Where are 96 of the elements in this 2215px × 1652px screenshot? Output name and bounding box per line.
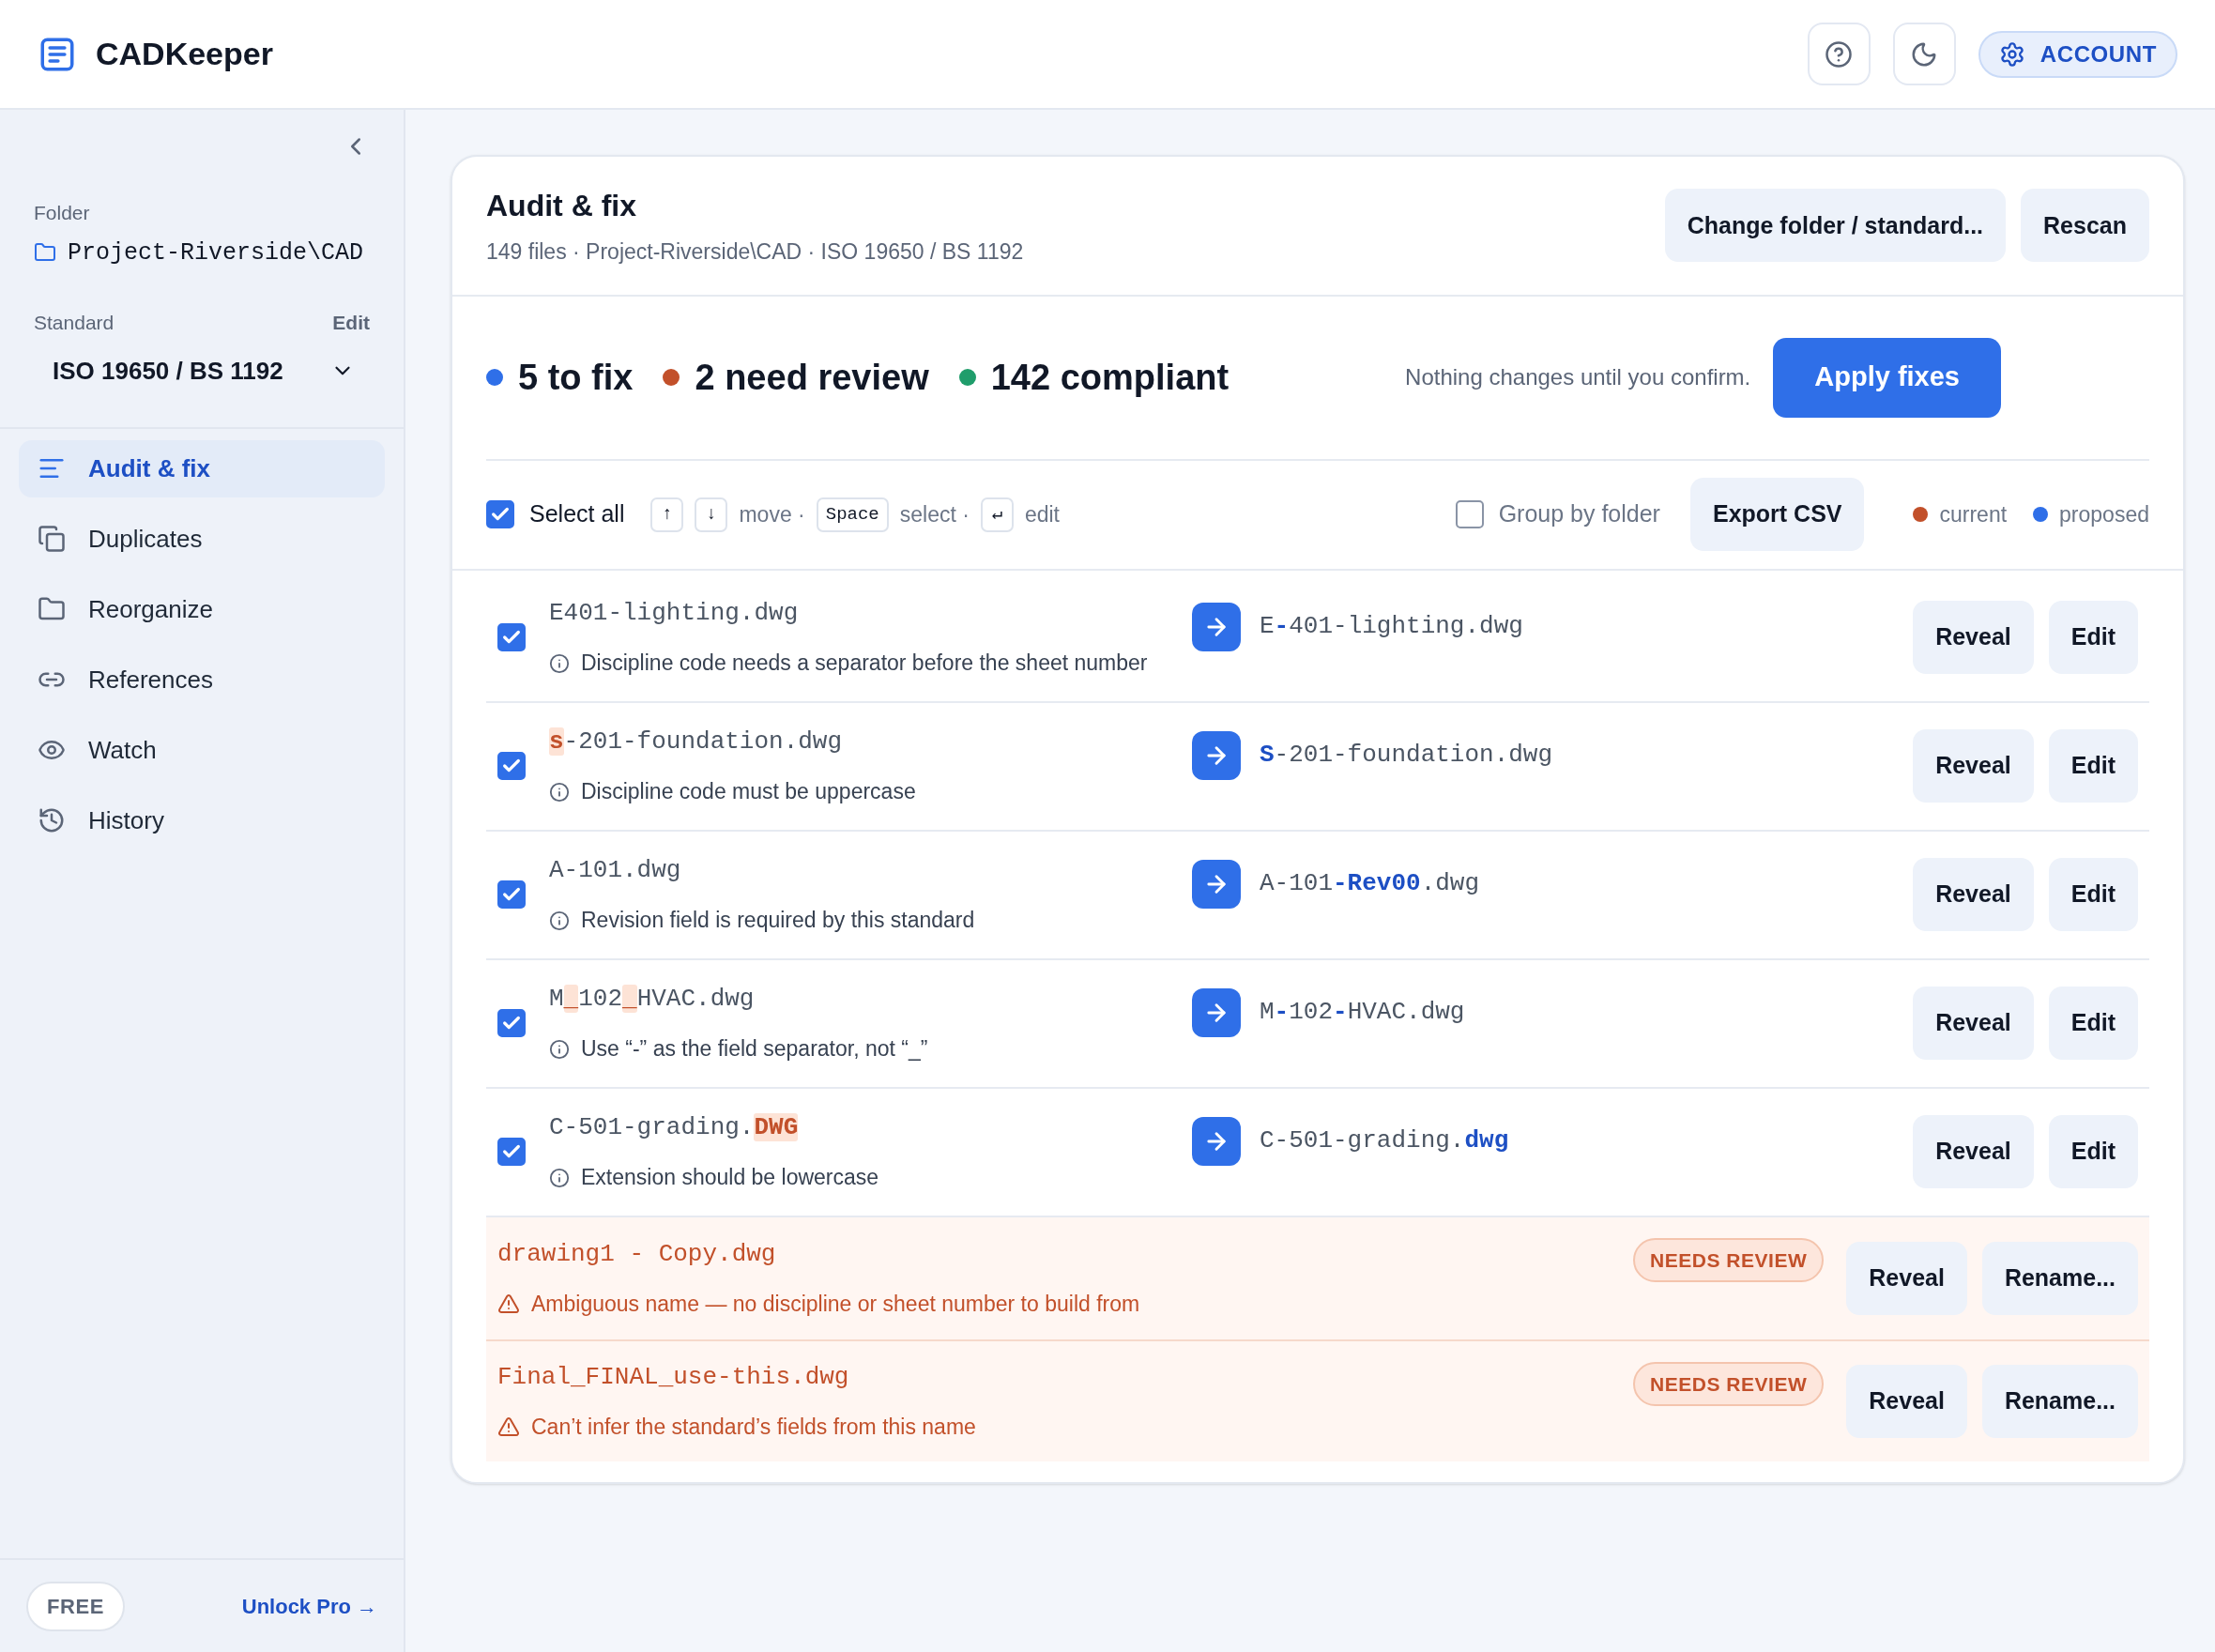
account-button[interactable]: ACCOUNT	[1978, 30, 2177, 78]
hint-text: move ·	[739, 500, 805, 528]
key-hint: ↑	[650, 497, 684, 532]
current-filename: C-501-grading.DWG	[549, 1112, 800, 1144]
row-checkbox[interactable]	[497, 623, 526, 651]
action-button[interactable]: Export CSV	[1689, 478, 1865, 551]
proposed-filename: C-501-grading.dwg	[1260, 1125, 1509, 1156]
arrow-right-icon	[1192, 602, 1241, 651]
action-button[interactable]: Edit	[2048, 601, 2138, 674]
arrow-right-icon	[1192, 730, 1241, 780]
proposed-filename: A-101-Rev00.dwg	[1260, 868, 1480, 899]
row-checkbox[interactable]	[497, 1138, 526, 1166]
review-reason: Can’t infer the standard’s fields from this name	[531, 1413, 976, 1441]
nav-item[interactable]: Watch	[19, 721, 385, 779]
group-checkbox[interactable]	[1455, 500, 1484, 528]
row-checkbox[interactable]	[497, 752, 526, 780]
help-button[interactable]	[1807, 23, 1871, 85]
issue-reason: Use “-” as the field separator, not “_”	[581, 1035, 928, 1063]
edit-link[interactable]: Edit	[332, 308, 370, 338]
summary-count: 2 need review	[695, 356, 929, 399]
review-reason: Ambiguous name — no discipline or sheet number to build from	[531, 1290, 1140, 1318]
summary-count: 142 compliant	[990, 356, 1230, 399]
select-all-label: Select all	[529, 499, 625, 529]
hint-text: select ·	[899, 500, 970, 528]
nav-item[interactable]: Audit & fix	[19, 439, 385, 497]
help-icon	[1825, 39, 1854, 69]
standard-label: Standard	[34, 311, 115, 335]
nav-item[interactable]: References	[19, 650, 385, 709]
folder-label: Folder	[34, 201, 91, 225]
issue-reason: Discipline code must be uppercase	[581, 778, 916, 806]
current-filename: A-101.dwg	[549, 855, 682, 887]
needs-review-badge: NEEDS REVIEW	[1632, 1361, 1825, 1406]
review-filename: drawing1 - Copy.dwg	[497, 1238, 777, 1270]
folder-path: Project-Riverside\CAD	[68, 237, 364, 268]
current-filename: s-201-foundation.dwg	[549, 727, 844, 758]
current-filename: E401-lighting.dwg	[549, 598, 800, 630]
info-icon	[549, 910, 570, 931]
action-button[interactable]: Change folder / standard...	[1664, 189, 2007, 263]
key-hint: Space	[816, 497, 889, 532]
legend-label: current	[1939, 500, 2008, 528]
info-icon	[549, 781, 570, 803]
key-hint: ↵	[980, 497, 1014, 532]
proposed-filename: M-102-HVAC.dwg	[1260, 997, 1465, 1028]
warning-icon	[497, 1293, 520, 1315]
card-subtitle: 149 files · Project-Riverside\CAD · ISO 19650 / BS 1192	[486, 238, 1024, 266]
issue-reason: Discipline code needs a separator before the sheet number	[581, 650, 1148, 678]
proposed-filename: S-201-foundation.dwg	[1260, 740, 1553, 771]
key-hint: ↓	[695, 497, 728, 532]
summary-count: 5 to fix	[518, 356, 634, 399]
legend-label: proposed	[2059, 500, 2149, 528]
review-filename: Final_FINAL_use-this.dwg	[497, 1361, 850, 1393]
action-button[interactable]: Reveal	[1846, 1241, 1967, 1315]
history-icon	[38, 806, 66, 834]
action-button[interactable]: Reveal	[1913, 601, 2034, 674]
nav-item[interactable]: Reorganize	[19, 580, 385, 638]
action-button[interactable]: Reveal	[1913, 729, 2034, 803]
action-button[interactable]: Rescan	[2021, 189, 2149, 263]
card-title: Audit & fix	[486, 188, 637, 224]
unlock-pro-link[interactable]: Unlock Pro →	[241, 1590, 377, 1622]
nav-item[interactable]: Duplicates	[19, 510, 385, 568]
action-button[interactable]: Rename...	[1981, 1241, 2138, 1315]
apply-fixes-button[interactable]: Apply fixes	[1773, 337, 2001, 418]
arrow-right-icon	[1192, 987, 1241, 1037]
row-checkbox[interactable]	[497, 880, 526, 909]
issue-reason: Revision field is required by this standard	[581, 907, 975, 935]
proposed-filename: E-401-lighting.dwg	[1260, 611, 1523, 642]
confirm-note: Nothing changes until you confirm.	[1405, 363, 1751, 391]
action-button[interactable]: Reveal	[1913, 1115, 2034, 1188]
issue-reason: Extension should be lowercase	[581, 1164, 879, 1192]
action-button[interactable]: Rename...	[1981, 1364, 2138, 1438]
current-filename: M_102_HVAC.dwg	[549, 984, 756, 1016]
group-by-folder-label: Group by folder	[1498, 499, 1660, 529]
row-checkbox[interactable]	[497, 1009, 526, 1037]
action-button[interactable]: Reveal	[1913, 858, 2034, 931]
settings-icon	[1998, 40, 2025, 68]
plan-badge: FREE	[26, 1581, 125, 1631]
dark-mode-button[interactable]	[1892, 23, 1956, 85]
action-button[interactable]: Edit	[2048, 1115, 2138, 1188]
info-icon	[549, 652, 570, 674]
action-button[interactable]: Edit	[2048, 987, 2138, 1060]
app-name: CADKeeper	[96, 35, 273, 73]
standard-dropdown[interactable]: ISO 19650 / BS 1192	[34, 352, 370, 390]
nav-item[interactable]: History	[19, 791, 385, 849]
arrow-right-icon	[1192, 1116, 1241, 1166]
select-all-checkbox[interactable]	[486, 500, 514, 528]
hint-text: edit	[1024, 500, 1060, 528]
warning-icon	[497, 1415, 520, 1438]
needs-review-badge: NEEDS REVIEW	[1632, 1237, 1825, 1282]
info-icon	[549, 1038, 570, 1060]
arrow-right-icon	[1192, 859, 1241, 909]
action-button[interactable]: Reveal	[1913, 987, 2034, 1060]
action-button[interactable]: Edit	[2048, 729, 2138, 803]
info-icon	[549, 1167, 570, 1188]
action-button[interactable]: Edit	[2048, 858, 2138, 931]
action-button[interactable]: Reveal	[1846, 1364, 1967, 1438]
copy-icon	[38, 525, 66, 553]
